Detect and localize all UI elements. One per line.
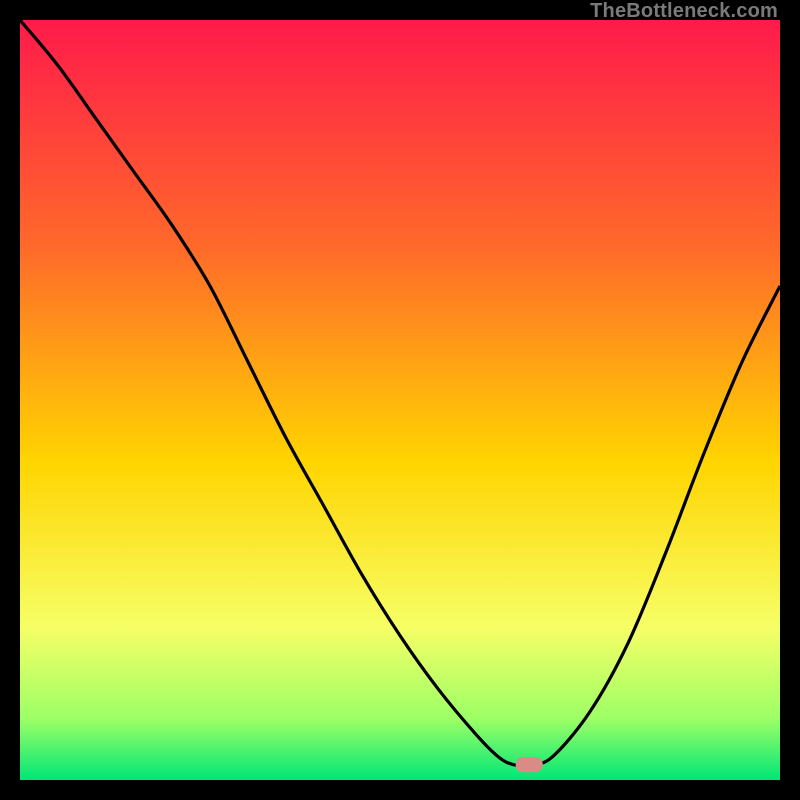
gradient-background: [20, 20, 780, 780]
plot-area: [20, 20, 780, 780]
optimal-point-marker: [516, 758, 542, 772]
bottleneck-chart: [20, 20, 780, 780]
chart-frame: TheBottleneck.com: [0, 0, 800, 800]
